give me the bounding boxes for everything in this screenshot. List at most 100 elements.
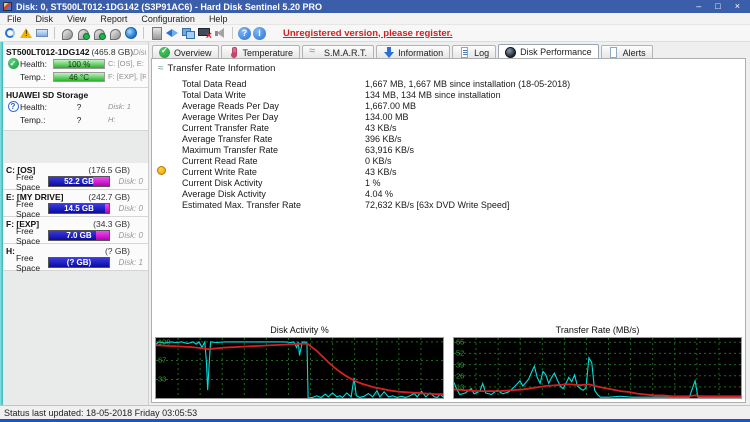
performance-rows: Total Data Read 1,667 MB, 1,667 MB since …	[182, 78, 745, 210]
disk-icon[interactable]	[149, 26, 163, 40]
globe-icon[interactable]	[124, 26, 138, 40]
partition-e[interactable]: E: [MY DRIVE] (242.7 GB) Free Space 14.5…	[3, 190, 148, 219]
sidebar-disk-1[interactable]: HUAWEI SD Storage ? Health: ? Disk: 1 Te…	[3, 88, 148, 131]
tab-temperature[interactable]: Temperature	[220, 45, 301, 59]
section-title: Transfer Rate Information	[167, 63, 276, 74]
satellite-dish-icon-3[interactable]	[92, 26, 106, 40]
toolbar-separator	[232, 27, 233, 39]
menu-bar: File Disk View Report Configuration Help	[0, 13, 750, 25]
help-icon[interactable]: ?	[238, 26, 251, 40]
disk-size: (465.8 GB)	[91, 47, 134, 57]
free-space-bar: 14.5 GB	[48, 203, 110, 214]
temp-label: Temp.:	[20, 71, 46, 82]
close-button[interactable]: ×	[735, 0, 740, 13]
perf-row-average-disk-activity: Average Disk Activity 4.04 %	[182, 188, 394, 199]
transfer-rate-chart: Transfer Rate (MB/s) 65 52 39 26 13	[453, 324, 742, 400]
network-icon[interactable]	[181, 26, 195, 40]
disk-name: ST500LT012-1DG142	[6, 47, 90, 57]
status-bar: Status last updated: 18-05-2018 Friday 0…	[0, 405, 750, 422]
free-space-label: Free Space	[16, 252, 41, 273]
thermometer-icon	[228, 47, 239, 58]
perf-row-current-write-rate: Current Write Rate 43 KB/s	[182, 166, 397, 177]
perf-row-total-data-read: Total Data Read 1,667 MB, 1,667 MB since …	[182, 78, 571, 89]
partition-disk-number: Disk: 0	[118, 177, 143, 186]
smart-icon	[309, 45, 320, 58]
free-space-bar: 7.0 GB	[48, 230, 110, 241]
disk-performance-panel: ≈ Transfer Rate Information Total Data R…	[151, 58, 746, 403]
perf-row-average-reads-per-day: Average Reads Per Day 1,667.00 MB	[182, 100, 417, 111]
menu-disk[interactable]: Disk	[29, 13, 61, 25]
perf-row-current-disk-activity: Current Disk Activity 1 %	[182, 177, 381, 188]
title-bar: Disk: 0, ST500LT012-1DG142 (S3P91AC6) - …	[0, 0, 750, 13]
partition-h[interactable]: H: (? GB) Free Space (? GB) Disk: 1	[3, 244, 148, 273]
gauge-icon	[505, 46, 517, 58]
tab-overview[interactable]: Overview	[152, 45, 219, 59]
health-label: Health:	[20, 101, 47, 112]
disk-partition-letter: H:	[108, 115, 116, 124]
free-space-label: Free Space	[16, 198, 41, 219]
satellite-dish-icon-2[interactable]	[76, 26, 90, 40]
register-link[interactable]: Unregistered version, please register.	[283, 28, 453, 39]
tab-disk-performance[interactable]: Disk Performance	[498, 44, 599, 59]
partition-disk-number: Disk: 0	[118, 231, 143, 240]
minimize-button[interactable]: –	[696, 0, 701, 13]
tab-log[interactable]: Log	[452, 45, 497, 59]
tab-alerts[interactable]: Alerts	[600, 45, 653, 59]
disk-activity-plot: 100 67 33	[155, 337, 444, 399]
chart-title: Disk Activity %	[270, 325, 329, 335]
window-title: Disk: 0, ST500LT012-1DG142 (S3P91AC6) - …	[16, 1, 322, 12]
app-icon	[3, 2, 12, 11]
partition-size: (? GB)	[104, 246, 130, 256]
charts-area: Disk Activity % 100 67 33 Transfer Rate (M…	[155, 324, 742, 400]
perf-row-total-data-write: Total Data Write 134 MB, 134 MB since ins…	[182, 89, 501, 100]
satellite-dish-icon-1[interactable]	[60, 26, 74, 40]
free-space-label: Free Space	[16, 171, 41, 192]
free-space-value: (? GB)	[66, 258, 92, 267]
temp-label: Temp.:	[20, 114, 46, 125]
transfer-rate-plot: 65 52 39 26 13	[453, 337, 742, 399]
toolbar-separator	[54, 27, 55, 39]
menu-file[interactable]: File	[0, 13, 29, 25]
warning-icon[interactable]	[19, 26, 33, 40]
menu-help[interactable]: Help	[202, 13, 235, 25]
tab-smart[interactable]: S.M.A.R.T.	[302, 45, 375, 59]
sync-icon[interactable]	[165, 26, 179, 40]
section-header: ≈ Transfer Rate Information	[152, 59, 745, 74]
temp-value: ?	[76, 114, 82, 125]
menu-report[interactable]: Report	[93, 13, 134, 25]
partition-c[interactable]: C: [OS] (176.5 GB) Free Space 52.2 GB Di…	[3, 163, 148, 192]
tab-bar: Overview Temperature S.M.A.R.T. Informat…	[152, 44, 653, 59]
disk-partitions-line1: C: [OS], E: [M	[108, 59, 146, 68]
health-value: ?	[76, 101, 82, 112]
info-icon[interactable]: i	[253, 26, 266, 40]
disk-name: HUAWEI SD Storage	[6, 90, 89, 100]
perf-row-average-writes-per-day: Average Writes Per Day 134.00 MB	[182, 111, 409, 122]
tab-information[interactable]: Information	[376, 45, 451, 59]
menu-configuration[interactable]: Configuration	[134, 13, 202, 25]
alerts-page-icon	[608, 47, 619, 58]
monitor-error-icon[interactable]	[197, 26, 212, 42]
sidebar-disk-0[interactable]: ST500LT012-1DG142 (465.8 GB) Disk: 0 ✓ H…	[3, 45, 148, 88]
disk-number: Disk: 0	[133, 48, 146, 57]
temp-bar: 46 °C	[53, 71, 105, 82]
health-bar: 100 %	[53, 58, 105, 69]
partition-disk-number: Disk: 1	[118, 258, 143, 267]
free-space-bar: 52.2 GB	[48, 176, 110, 187]
maximize-button[interactable]: □	[715, 0, 720, 13]
health-ok-icon: ✓	[7, 58, 19, 69]
refresh-icon[interactable]	[3, 26, 17, 40]
status-text: Status last updated: 18-05-2018 Friday 0…	[4, 408, 198, 418]
app-window: Disk: 0, ST500LT012-1DG142 (S3P91AC6) - …	[0, 0, 750, 422]
partition-size: (176.5 GB)	[88, 165, 130, 175]
disk-activity-chart: Disk Activity % 100 67 33	[155, 324, 444, 400]
partition-f[interactable]: F: [EXP] (34.3 GB) Free Space 7.0 GB Dis…	[3, 217, 148, 246]
toolbar: ? i Unregistered version, please registe…	[0, 25, 750, 42]
report-icon[interactable]	[35, 26, 49, 40]
speaker-icon[interactable]	[213, 26, 227, 40]
menu-view[interactable]: View	[60, 13, 93, 25]
partition-disk-number: Disk: 0	[118, 204, 143, 213]
free-space-value: 7.0 GB	[66, 231, 92, 240]
free-space-label: Free Space	[16, 225, 41, 246]
satellite-dish-icon-4[interactable]	[108, 26, 122, 40]
perf-row-current-transfer-rate: Current Transfer Rate 43 KB/s	[182, 122, 397, 133]
